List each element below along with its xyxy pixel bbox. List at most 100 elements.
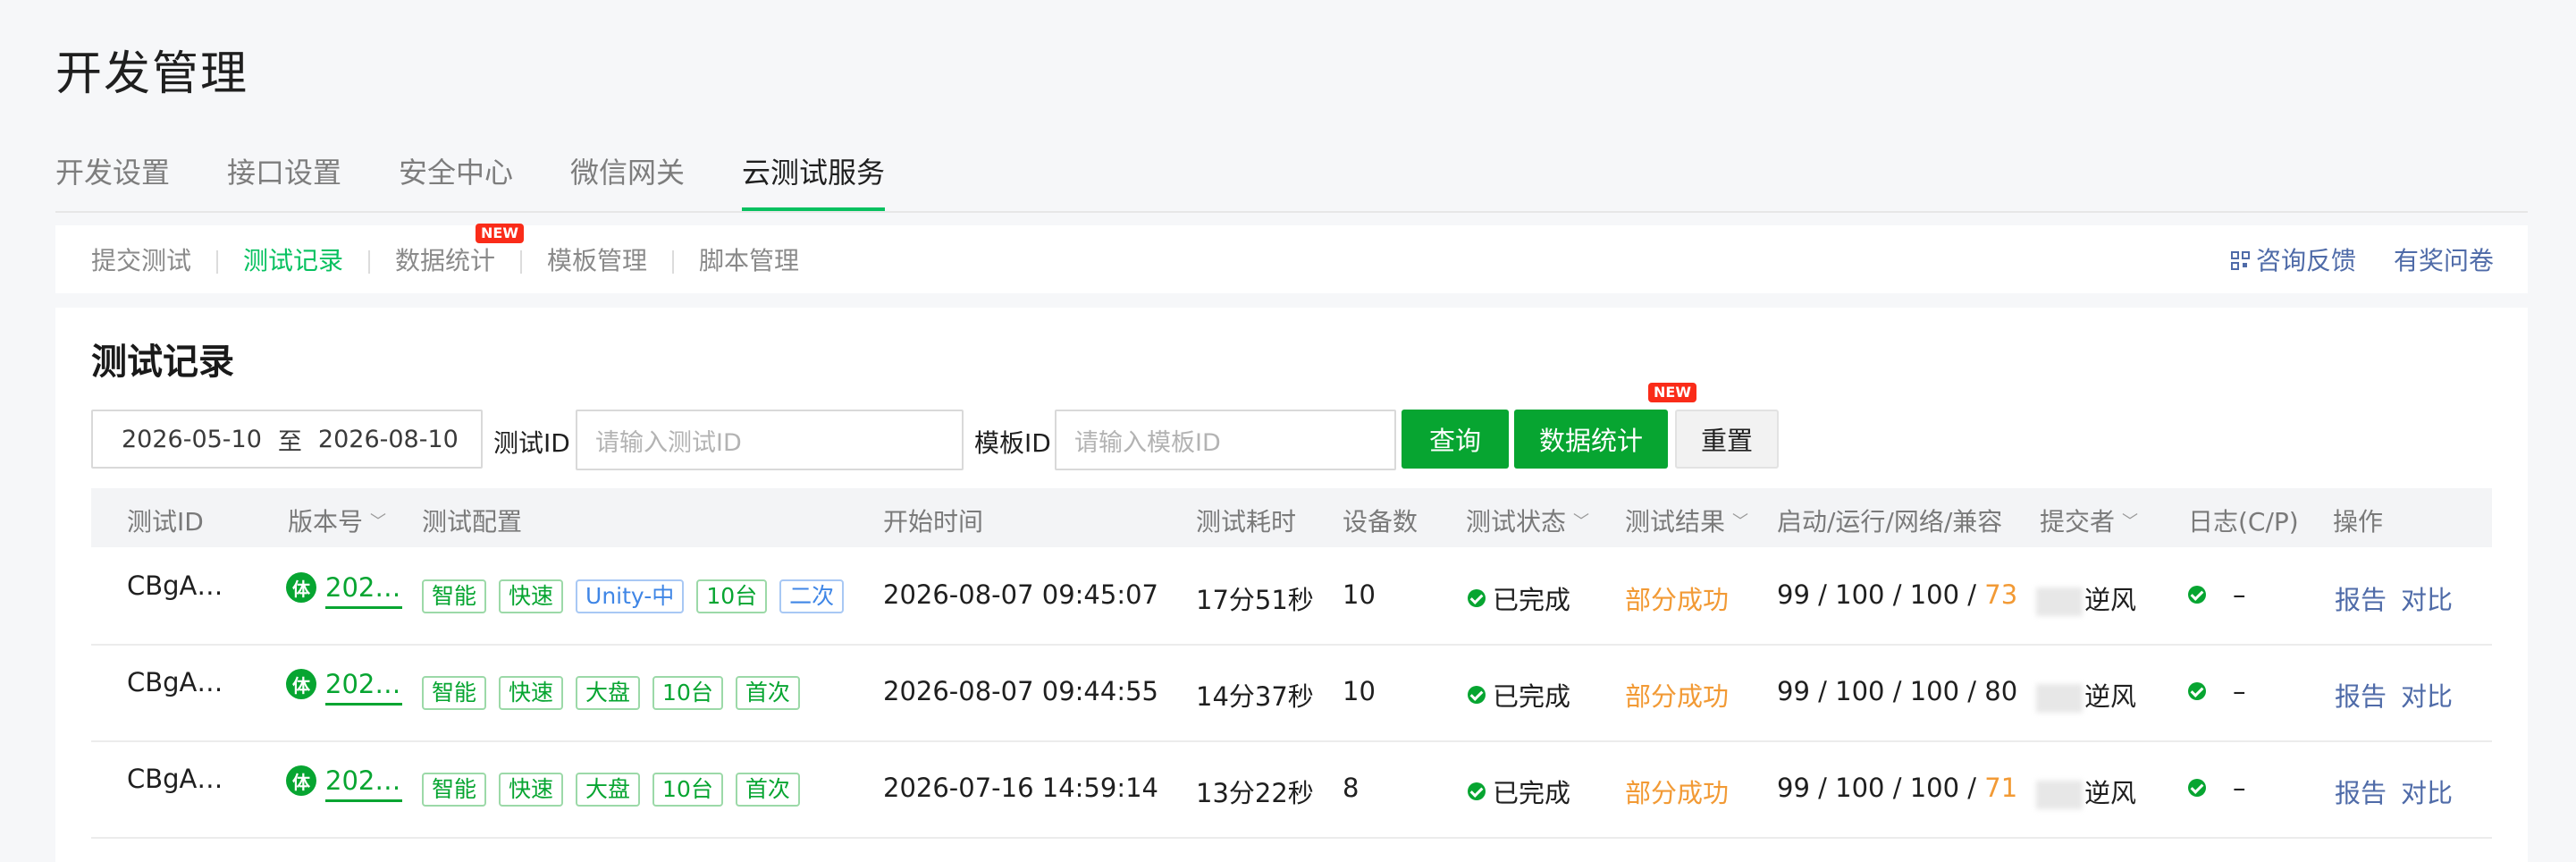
records-panel: 测试记录 2026-05-10 至 2026-08-10 测试ID 请输入测试I…	[55, 308, 2528, 862]
tab-security-center[interactable]: 安全中心	[399, 152, 513, 193]
avatar	[2036, 781, 2083, 809]
col-version-label: 版本号	[288, 507, 364, 537]
metric-compat: 71	[1984, 773, 2018, 803]
start-time: 2026-07-16 14:59:14	[883, 773, 1158, 803]
duration: 14分37秒	[1196, 681, 1314, 712]
consult-feedback-label: 咨询反馈	[2256, 246, 2357, 275]
sub-nav: 提交测试 测试记录 数据统计 NEW 模板管理 脚本管理 咨询反馈 有奖问卷	[55, 224, 2528, 293]
submitter-name: 逆风	[2084, 681, 2137, 712]
version-link[interactable]: 202…	[325, 669, 402, 706]
duration: 17分51秒	[1196, 585, 1314, 615]
table-header: 测试ID 版本号 ﹀ 测试配置 开始时间 测试耗时 设备数 测试状态 ﹀ 测试结果 ﹀…	[91, 488, 2492, 547]
tag: 二次	[779, 579, 845, 613]
submitter: 逆风	[2036, 773, 2136, 810]
submitter-name: 逆风	[2084, 778, 2137, 808]
version-link[interactable]: 202…	[325, 572, 402, 609]
divider	[216, 250, 218, 274]
log-value: –	[2233, 579, 2246, 610]
test-id-cell[interactable]: CBgA…	[127, 570, 223, 601]
col-metrics: 启动/运行/网络/兼容	[1777, 507, 2003, 537]
reset-button[interactable]: 重置	[1675, 410, 1779, 469]
subnav-template-mgmt[interactable]: 模板管理	[547, 245, 647, 277]
col-version[interactable]: 版本号 ﹀	[288, 503, 386, 538]
version-link[interactable]: 202…	[325, 765, 402, 802]
metric-network: 100	[1909, 676, 1960, 706]
duration: 13分22秒	[1196, 778, 1314, 808]
tag: 智能	[422, 773, 487, 807]
date-start: 2026-05-10	[122, 425, 262, 453]
device-count: 8	[1343, 773, 1360, 803]
chevron-down-icon: ﹀	[2122, 512, 2139, 531]
query-button[interactable]: 查询	[1402, 410, 1509, 469]
log-cell: –	[2188, 676, 2246, 706]
divider	[368, 250, 370, 274]
col-result-label: 测试结果	[1625, 507, 1726, 537]
test-id-input[interactable]: 请输入测试ID	[576, 410, 964, 470]
tag: 智能	[422, 579, 487, 613]
tag: Unity-中	[576, 579, 685, 613]
metric-launch: 99	[1777, 579, 1810, 610]
survey-link[interactable]: 有奖问卷	[2394, 245, 2494, 277]
col-status[interactable]: 测试状态 ﹀	[1466, 503, 1589, 538]
date-end: 2026-08-10	[317, 425, 459, 453]
tab-dev-settings[interactable]: 开发设置	[55, 152, 170, 193]
col-submitter-label: 提交者	[2040, 507, 2116, 537]
col-start-time: 开始时间	[883, 507, 984, 537]
result: 部分成功	[1625, 585, 1730, 615]
metric-launch: 99	[1777, 773, 1810, 803]
version-cell: 体 202…	[286, 572, 402, 609]
panel-title: 测试记录	[91, 342, 234, 383]
trial-version-icon: 体	[286, 765, 316, 796]
subnav-script-mgmt[interactable]: 脚本管理	[699, 245, 799, 277]
avatar	[2036, 684, 2083, 713]
compare-link[interactable]: 对比	[2401, 676, 2453, 714]
submitter: 逆风	[2036, 676, 2136, 714]
col-result[interactable]: 测试结果 ﹀	[1625, 503, 1748, 538]
report-link[interactable]: 报告	[2335, 579, 2387, 617]
compare-link[interactable]: 对比	[2401, 773, 2453, 810]
compare-link[interactable]: 对比	[2401, 579, 2453, 617]
subnav-submit-test[interactable]: 提交测试	[91, 245, 191, 277]
tab-api-settings[interactable]: 接口设置	[227, 152, 341, 193]
start-time: 2026-08-07 09:45:07	[883, 579, 1158, 610]
report-link[interactable]: 报告	[2335, 773, 2387, 810]
data-stats-button[interactable]: 数据统计	[1514, 410, 1668, 469]
metric-launch: 99	[1777, 676, 1810, 706]
report-link[interactable]: 报告	[2335, 676, 2387, 714]
status-label: 已完成	[1493, 585, 1571, 615]
date-range-picker[interactable]: 2026-05-10 至 2026-08-10	[91, 410, 483, 469]
new-badge: NEW	[1648, 383, 1696, 402]
tag: 大盘	[576, 773, 641, 807]
test-id-cell[interactable]: CBgA…	[127, 667, 223, 697]
tab-cloud-test-service[interactable]: 云测试服务	[742, 152, 886, 211]
metric-run: 100	[1835, 579, 1885, 610]
tab-wechat-gateway[interactable]: 微信网关	[570, 152, 685, 193]
consult-feedback-link[interactable]: 咨询反馈	[2231, 245, 2356, 277]
date-separator: 至	[277, 427, 302, 456]
template-id-input[interactable]: 请输入模板ID	[1055, 410, 1396, 470]
col-submitter[interactable]: 提交者 ﹀	[2040, 503, 2138, 538]
result: 部分成功	[1625, 778, 1730, 808]
check-circle-icon	[2188, 682, 2206, 700]
qrcode-icon	[2231, 251, 2251, 271]
submitter: 逆风	[2036, 579, 2136, 617]
version-cell: 体 202…	[286, 669, 402, 706]
subnav-test-records[interactable]: 测试记录	[243, 245, 343, 277]
tag: 快速	[499, 676, 564, 710]
chevron-down-icon: ﹀	[370, 512, 387, 531]
config-tags: 智能 快速 大盘 10台 首次	[422, 676, 812, 710]
log-cell: –	[2188, 773, 2246, 803]
check-circle-icon	[1468, 686, 1486, 704]
status: 已完成	[1468, 773, 1570, 810]
subnav-data-stats[interactable]: 数据统计	[395, 245, 495, 277]
chevron-down-icon: ﹀	[1573, 512, 1590, 531]
config-tags: 智能 快速 Unity-中 10台 二次	[422, 579, 856, 613]
version-cell: 体 202…	[286, 765, 402, 802]
metric-compat: 73	[1984, 579, 2018, 610]
col-test-id: 测试ID	[127, 507, 204, 537]
metric-run: 100	[1835, 773, 1885, 803]
log-value: –	[2233, 676, 2246, 706]
main-tabs: 开发设置 接口设置 安全中心 微信网关 云测试服务	[55, 152, 2528, 213]
check-circle-icon	[2188, 586, 2206, 604]
test-id-cell[interactable]: CBgA…	[127, 764, 223, 794]
